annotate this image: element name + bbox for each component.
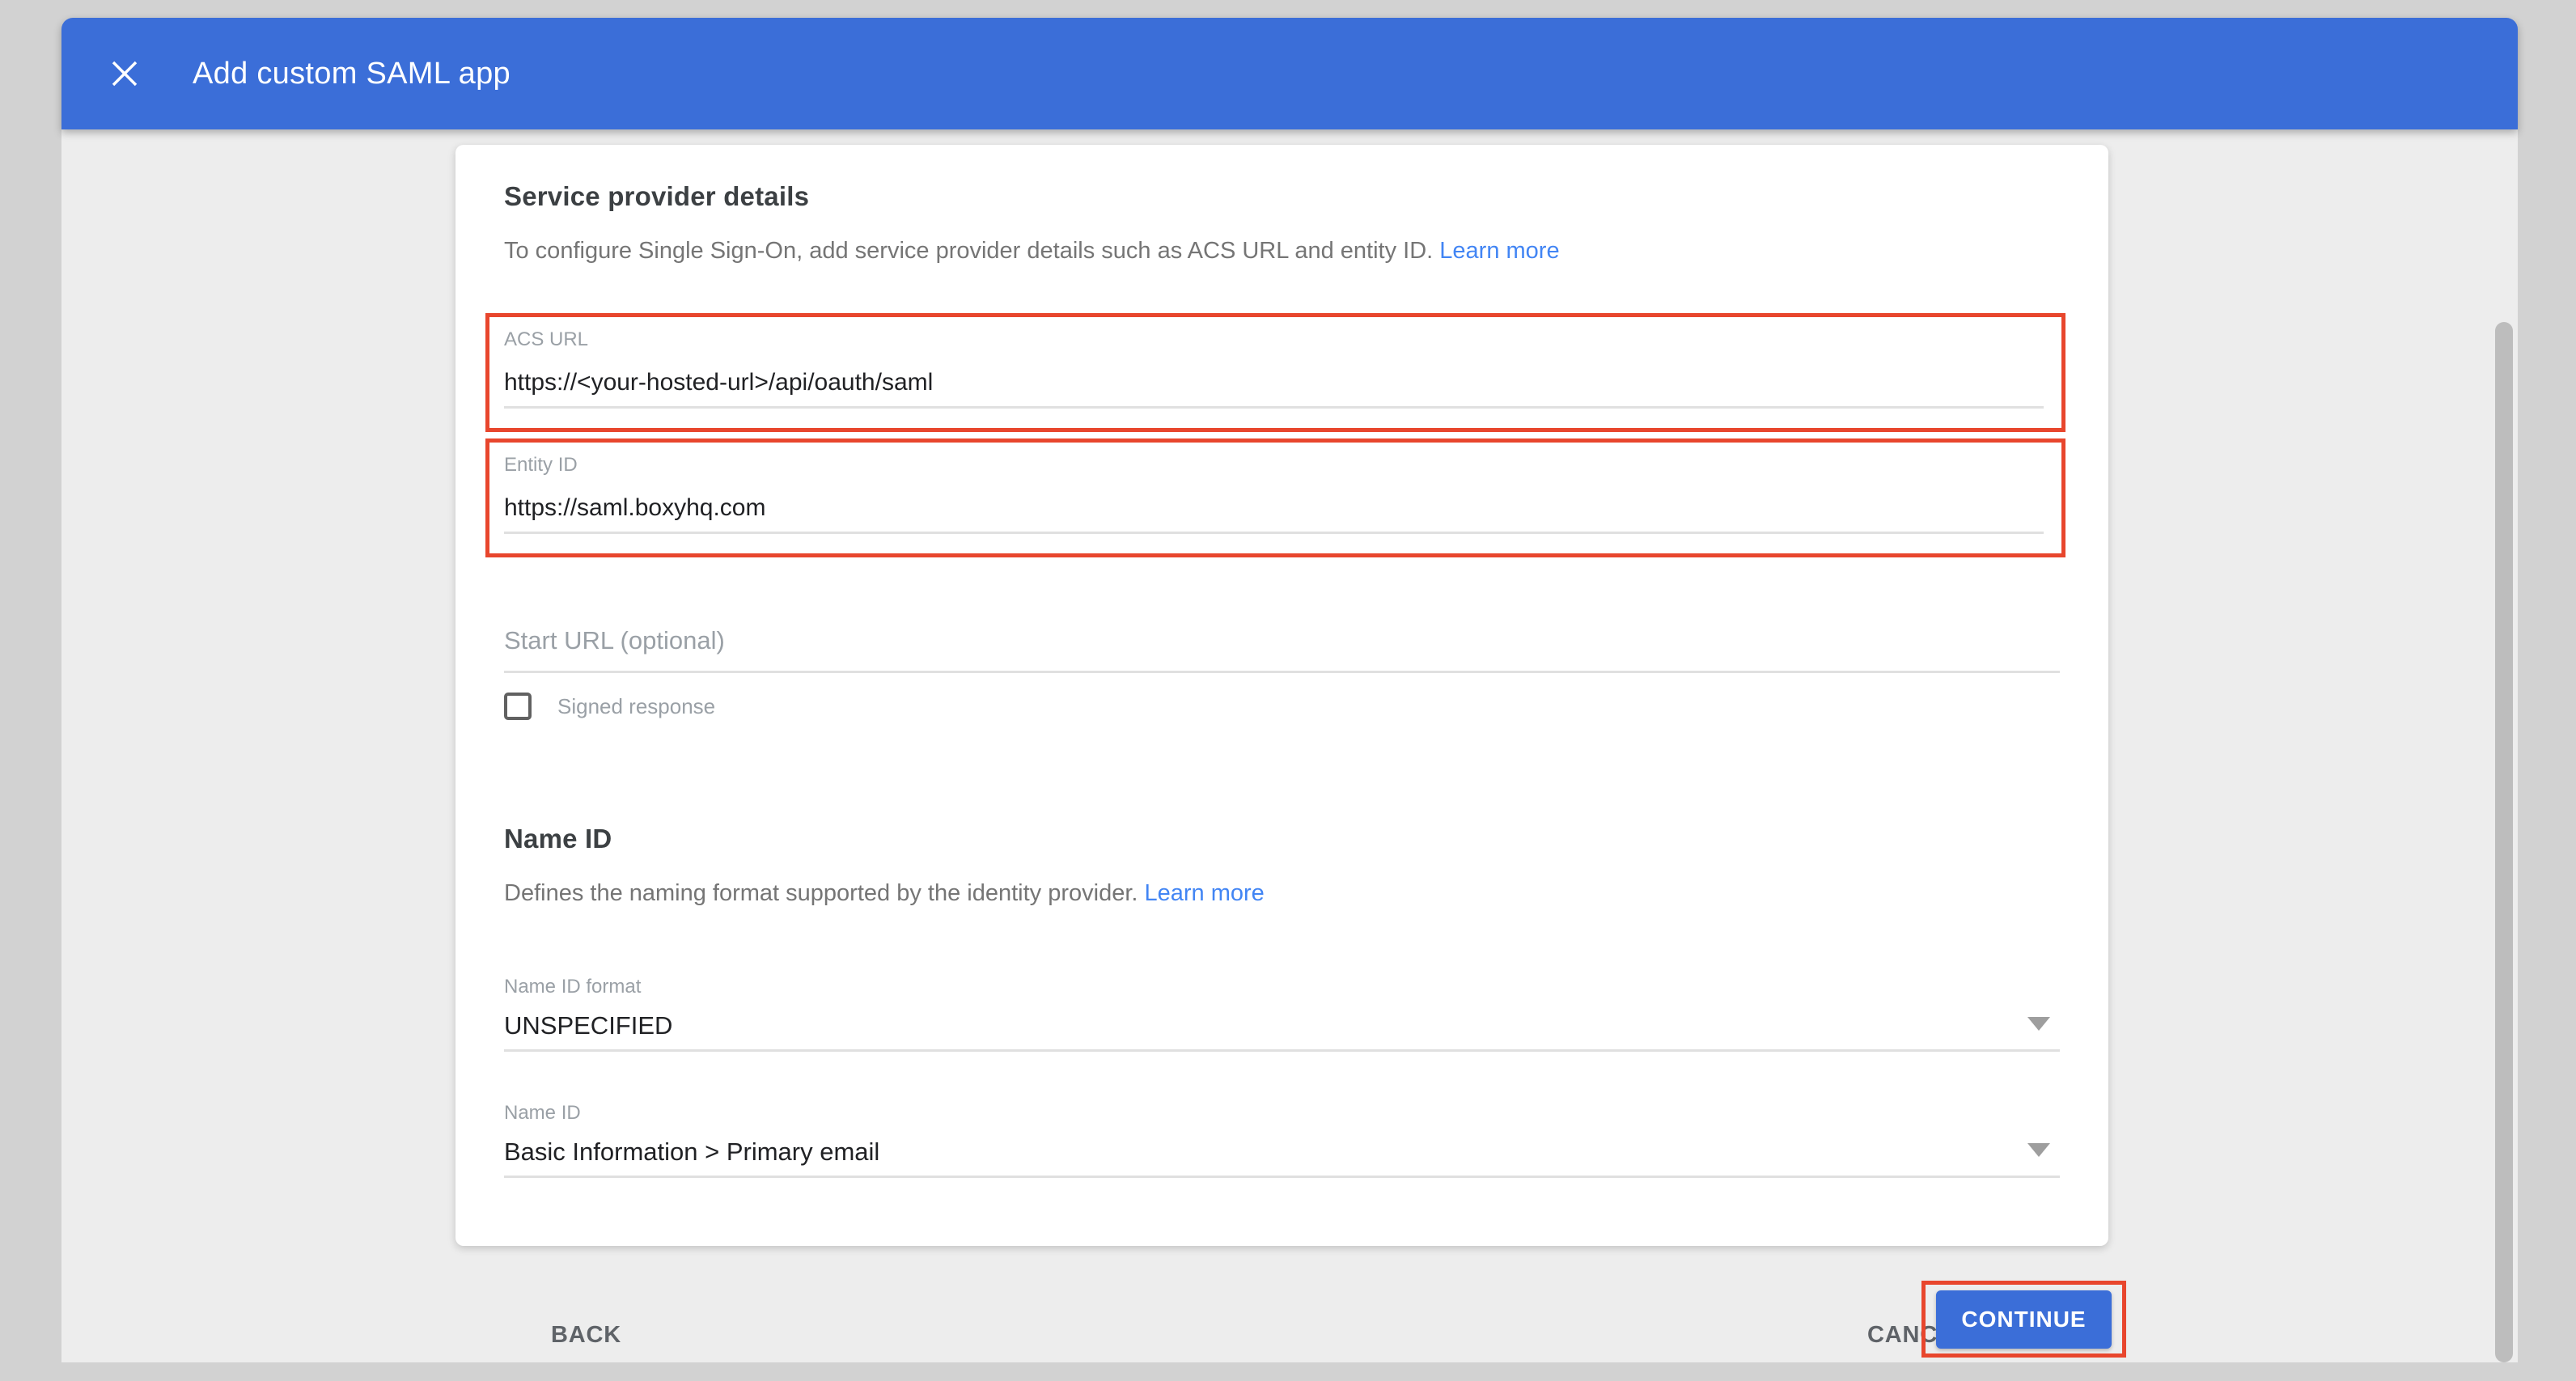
continue-highlight-box: CONTINUE bbox=[1921, 1281, 2126, 1358]
dialog-titlebar: Add custom SAML app bbox=[61, 18, 2518, 129]
entity-id-field[interactable]: Entity ID https://saml.boxyhq.com bbox=[504, 455, 2061, 534]
name-id-mapping-select[interactable]: Name ID Basic Information > Primary emai… bbox=[504, 1101, 2060, 1178]
entity-id-label: Entity ID bbox=[504, 455, 2061, 475]
section-title-service-provider: Service provider details bbox=[504, 179, 2060, 214]
back-button[interactable]: BACK bbox=[551, 1315, 621, 1355]
name-id-description: Defines the naming format supported by t… bbox=[504, 878, 2060, 909]
acs-url-highlight-box: ACS URL https://<your-hosted-url>/api/oa… bbox=[485, 313, 2065, 432]
continue-button[interactable]: CONTINUE bbox=[1936, 1290, 2112, 1349]
entity-id-highlight-box: Entity ID https://saml.boxyhq.com bbox=[485, 438, 2065, 557]
acs-url-input[interactable]: https://<your-hosted-url>/api/oauth/saml bbox=[504, 371, 2044, 409]
name-id-mapping-value: Basic Information > Primary email bbox=[504, 1137, 2060, 1178]
signed-response-checkbox[interactable] bbox=[504, 693, 532, 720]
page-background: Add custom SAML app Service provider det… bbox=[0, 0, 2576, 1381]
name-id-description-text: Defines the naming format supported by t… bbox=[504, 880, 1138, 906]
service-provider-card: Service provider details To configure Si… bbox=[455, 145, 2108, 1246]
name-id-format-group: Name ID format UNSPECIFIED bbox=[504, 975, 2060, 1052]
name-id-mapping-label: Name ID bbox=[504, 1101, 2060, 1125]
name-id-format-label: Name ID format bbox=[504, 975, 2060, 999]
add-saml-app-dialog: Add custom SAML app Service provider det… bbox=[61, 18, 2518, 1362]
dialog-title: Add custom SAML app bbox=[193, 57, 511, 91]
name-id-format-value: UNSPECIFIED bbox=[504, 1010, 2060, 1052]
learn-more-link-name-id[interactable]: Learn more bbox=[1145, 880, 1265, 906]
chevron-down-icon[interactable] bbox=[2027, 1143, 2050, 1157]
vertical-scrollbar-thumb[interactable] bbox=[2495, 322, 2513, 1362]
chevron-down-icon[interactable] bbox=[2027, 1017, 2050, 1031]
learn-more-link-service-provider[interactable]: Learn more bbox=[1439, 238, 1559, 264]
entity-id-input[interactable]: https://saml.boxyhq.com bbox=[504, 496, 2044, 534]
close-icon bbox=[110, 59, 139, 88]
signed-response-label: Signed response bbox=[557, 694, 715, 719]
signed-response-row: Signed response bbox=[504, 693, 2060, 720]
start-url-input[interactable]: Start URL (optional) bbox=[504, 625, 2060, 673]
close-button[interactable] bbox=[102, 51, 147, 96]
name-id-format-select[interactable]: Name ID format UNSPECIFIED bbox=[504, 975, 2060, 1052]
acs-url-label: ACS URL bbox=[504, 330, 2061, 349]
service-provider-description: To configure Single Sign-On, add service… bbox=[504, 235, 2060, 266]
acs-url-field[interactable]: ACS URL https://<your-hosted-url>/api/oa… bbox=[504, 330, 2061, 409]
name-id-mapping-group: Name ID Basic Information > Primary emai… bbox=[504, 1101, 2060, 1178]
service-provider-description-text: To configure Single Sign-On, add service… bbox=[504, 238, 1433, 264]
section-title-name-id: Name ID bbox=[504, 821, 2060, 857]
